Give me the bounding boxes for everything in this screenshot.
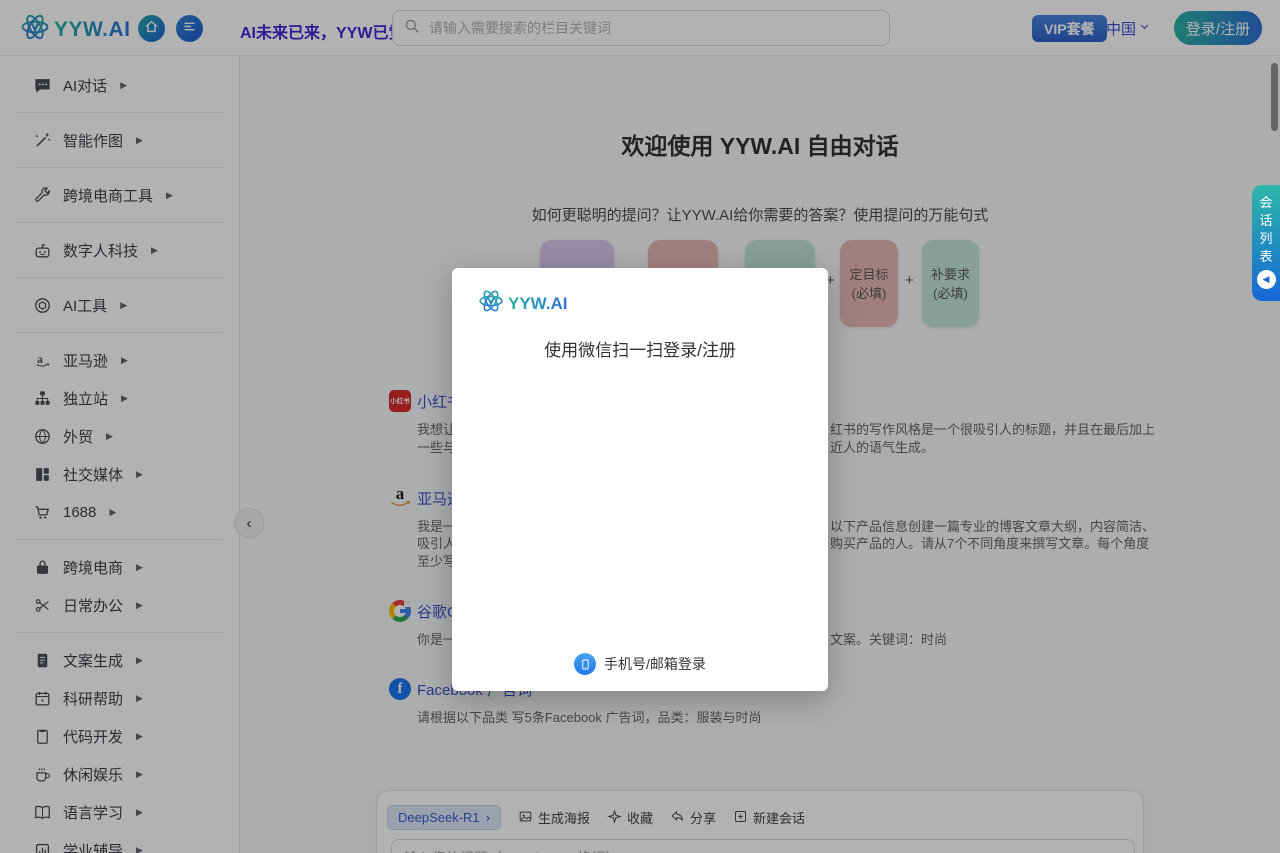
collapse-arrow-button[interactable]: ◀ xyxy=(1257,270,1276,289)
page: YYW.AI AI未来已来，YYW已觉醒 请输入需要搜索的栏目关键词 VIP套餐… xyxy=(0,0,1280,853)
phone-icon xyxy=(574,653,596,675)
conversation-list-tab[interactable]: 会话列表 ◀ xyxy=(1252,185,1280,301)
arrow-left-icon: ◀ xyxy=(1263,274,1270,285)
modal-brand-name: YYW.AI xyxy=(508,294,568,314)
phone-email-login-button[interactable]: 手机号/邮箱登录 xyxy=(452,653,828,675)
atom-logo-icon xyxy=(478,288,504,319)
wechat-scan-login-title: 使用微信扫一扫登录/注册 xyxy=(452,336,828,361)
login-modal: YYW.AI 使用微信扫一扫登录/注册 手机号/邮箱登录 xyxy=(452,268,828,691)
conversation-list-label: 会话列表 xyxy=(1259,194,1274,266)
phone-email-login-label: 手机号/邮箱登录 xyxy=(604,654,706,674)
modal-brand-logo: YYW.AI xyxy=(478,288,568,319)
scrollbar-thumb[interactable] xyxy=(1271,63,1278,131)
